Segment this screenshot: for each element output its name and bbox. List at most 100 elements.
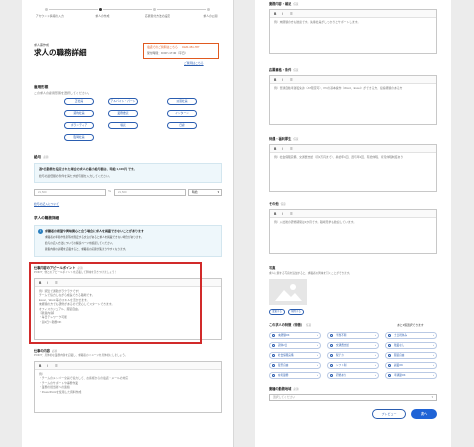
feature-tag-8[interactable]: 服装自由 › (385, 352, 437, 359)
feature-tag-2-label: 土日祝休み (394, 334, 407, 337)
chevron-right-icon: › (433, 333, 434, 337)
details-info-line-0: 求職者の年齢や性別等を限定する文言があると求人を掲載できない場合があります。 (45, 236, 144, 239)
appeal-points-editor[interactable]: B I ☰ 例）未経験の方も歓迎です。先輩社員がしっかりとサポートします。 (269, 9, 437, 54)
list-button[interactable]: ☰ (55, 364, 58, 368)
feature-tag-10[interactable]: シフト制 › (327, 362, 379, 369)
bold-button[interactable]: B (274, 12, 276, 16)
chevron-right-icon: › (375, 343, 376, 347)
chevron-right-icon: › (433, 373, 434, 377)
feature-tag-5[interactable]: 残業なし › (385, 342, 437, 349)
job-content-editor[interactable]: B I ☰ 例） ・チームのメンバー全員で協力して、お客様からの電話・メールの対… (34, 361, 222, 413)
list-button[interactable]: ☰ (290, 12, 293, 16)
skills-placeholder: 例）普通自動車運転免許（AT限定可）、PCの基本操作（Word、Excel）がで… (274, 86, 403, 90)
salary-max-input[interactable]: ¥1,500 (114, 189, 186, 196)
chevron-right-icon: › (433, 363, 434, 367)
job-content-label-text: 仕事の内容 (34, 349, 50, 353)
feature-tag-12-label: 在宅勤務 (278, 374, 289, 377)
skills-label: 応募資格・条件 任意 (269, 68, 299, 73)
employment-option-2[interactable]: 派遣社員 (167, 98, 197, 105)
help-contact-box: 電話でのご質問はこちら 0120-451-787 受付時間：9:00〜17:30… (143, 43, 219, 59)
step-label-3: 応募受付方法の設定 (144, 14, 171, 18)
employment-option-5[interactable]: インターン (167, 110, 197, 117)
feature-tag-6-label: 社会保険完備 (278, 354, 294, 357)
help-line1: 電話でのご質問はこちら (147, 45, 178, 49)
feature-tag-3[interactable]: 週休2日 › (269, 342, 321, 349)
help-phone[interactable]: 0120-451-787 (182, 45, 199, 49)
plus-icon (272, 374, 275, 378)
welfare-toolbar: B I ☰ (270, 145, 436, 153)
employment-option-3[interactable]: 契約社員 (64, 110, 94, 117)
salary-required-tag: 必須 (43, 156, 49, 159)
chevron-down-icon: ▾ (217, 190, 219, 194)
bold-button[interactable]: B (274, 78, 276, 82)
employment-option-1[interactable]: アルバイト・パート (108, 98, 138, 105)
italic-button[interactable]: I (282, 147, 283, 151)
feature-tag-1[interactable]: 学歴不問 › (327, 332, 379, 339)
employment-option-8[interactable]: 日雇 (167, 122, 197, 129)
employment-option-0[interactable]: 正社員 (64, 98, 94, 105)
employment-option-7[interactable]: 嘱託 (108, 122, 138, 129)
employment-option-6[interactable]: ボランティア (64, 122, 94, 129)
feature-tag-12[interactable]: 在宅勤務 › (269, 372, 321, 379)
feature-tag-7[interactable]: 駅チカ › (327, 352, 379, 359)
step-label-2: 求人の作成 (95, 14, 110, 18)
plus-icon (330, 374, 333, 378)
list-button[interactable]: ☰ (290, 78, 293, 82)
step-dot-2 (98, 7, 103, 12)
list-button[interactable]: ☰ (290, 212, 293, 216)
plus-icon (330, 364, 333, 368)
other-editor[interactable]: B I ☰ 例）入社後の研修期間は3か月です。職場見学も歓迎しています。 (269, 209, 437, 254)
faq-link[interactable]: ご質問はこちら (184, 61, 204, 65)
job-details-form-right: 業務内容・補足 任意 B I ☰ 例）未経験の方も歓迎です。先輩社員がしっかりとサ… (255, 0, 451, 447)
chevron-right-icon: › (433, 353, 434, 357)
feature-tag-4[interactable]: 交通費支給 › (327, 342, 379, 349)
appeal-points-toolbar: B I ☰ (270, 10, 436, 18)
italic-button[interactable]: I (282, 78, 283, 82)
italic-button[interactable]: I (47, 364, 48, 368)
salary-unit-select[interactable]: 時給 ▾ (188, 189, 222, 196)
preview-button[interactable]: プレビュー (372, 409, 406, 419)
italic-button[interactable]: I (282, 212, 283, 216)
plus-icon (330, 354, 333, 358)
salary-range-dash: 〜 (108, 189, 112, 193)
feature-tag-5-label: 残業なし (394, 344, 405, 347)
feature-tag-6[interactable]: 社会保険完備 › (269, 352, 321, 359)
list-button[interactable]: ☰ (290, 147, 293, 151)
appeal-points-label-text: 業務内容・補足 (269, 2, 292, 6)
bold-button[interactable]: B (39, 364, 41, 368)
photo-change-button[interactable]: 変更する (269, 309, 285, 315)
industry-label: 業種の勤務地域 必須 (269, 387, 299, 392)
job-content-placeholder: 例） ・チームのメンバー全員で協力して、お客様からの電話・メールの対応 ・チーム… (39, 372, 217, 394)
employment-option-4[interactable]: 業務委託 (108, 110, 138, 117)
feature-tag-13[interactable]: 研修あり › (327, 372, 379, 379)
details-info-box: i 求職者の希望や興味関心と合う場合に求人を掲載できないことがあります 求職者の… (34, 225, 222, 257)
other-label-text: その他 (269, 202, 279, 206)
bold-button[interactable]: B (274, 147, 276, 151)
help-hours: 受付時間：9:00〜17:30（平日） (147, 51, 188, 55)
details-info-line-1: 給与の記入方法についての解説ページを確認してください。 (45, 242, 115, 245)
feature-tag-11[interactable]: 副業OK › (385, 362, 437, 369)
italic-button[interactable]: I (282, 12, 283, 16)
employment-option-9[interactable]: 臨時社員 (64, 134, 94, 141)
other-label: その他 任意 (269, 202, 286, 207)
photo-delete-button[interactable]: 削除する (288, 309, 304, 315)
salary-help-link[interactable]: 給与の記入について (34, 202, 59, 206)
feature-tag-0[interactable]: 未経験OK › (269, 332, 321, 339)
feature-tag-9[interactable]: 髪型自由 › (269, 362, 321, 369)
page-title: 求人の職務詳細 (34, 48, 87, 57)
skills-editor[interactable]: B I ☰ 例）普通自動車運転免許（AT限定可）、PCの基本操作（Word、Ex… (269, 75, 437, 125)
bold-button[interactable]: B (274, 212, 276, 216)
feature-tag-14[interactable]: 車通勤OK › (385, 372, 437, 379)
industry-select[interactable]: 選択してください ▾ (269, 394, 437, 401)
salary-min-input[interactable]: ¥1,500 (34, 189, 106, 196)
welfare-editor[interactable]: B I ☰ 例）社会保険完備、交通費支給（月3万円まで）、昇給年1回、賞与年2回… (269, 144, 437, 192)
feature-tag-2[interactable]: 土日祝休み › (385, 332, 437, 339)
chevron-right-icon: › (317, 343, 318, 347)
job-content-required-tag: 必須 (51, 350, 58, 353)
photo-placeholder[interactable] (269, 279, 307, 305)
next-button[interactable]: 次へ (411, 409, 437, 419)
salary-notice2: 給与の最低額の条件を満たす給与額を入力してください。 (39, 174, 112, 178)
features-counter: あと3個選択できます (397, 323, 424, 327)
feature-tag-13-label: 研修あり (336, 374, 347, 377)
feature-tag-4-label: 交通費支給 (336, 344, 349, 347)
